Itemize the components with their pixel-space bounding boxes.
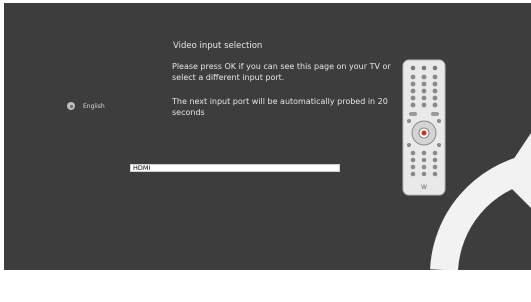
remote-brand-mark: W	[421, 184, 427, 191]
screen: Video input selection Please press OK if…	[0, 0, 531, 302]
video-input-panel: Video input selection Please press OK if…	[4, 3, 531, 270]
language-option[interactable]: English	[67, 102, 105, 110]
input-port-select[interactable]: HDMI	[130, 164, 340, 172]
input-port-value: HDMI	[133, 164, 151, 172]
decorative-arc	[430, 133, 531, 270]
page-title: Video input selection	[173, 41, 263, 51]
language-label: English	[83, 102, 105, 110]
remote-control-icon: W	[402, 59, 446, 196]
probe-countdown-text: The next input port will be automaticall…	[172, 97, 388, 117]
radio-icon	[67, 102, 75, 110]
instruction-text: Please press OK if you can see this page…	[172, 62, 391, 82]
